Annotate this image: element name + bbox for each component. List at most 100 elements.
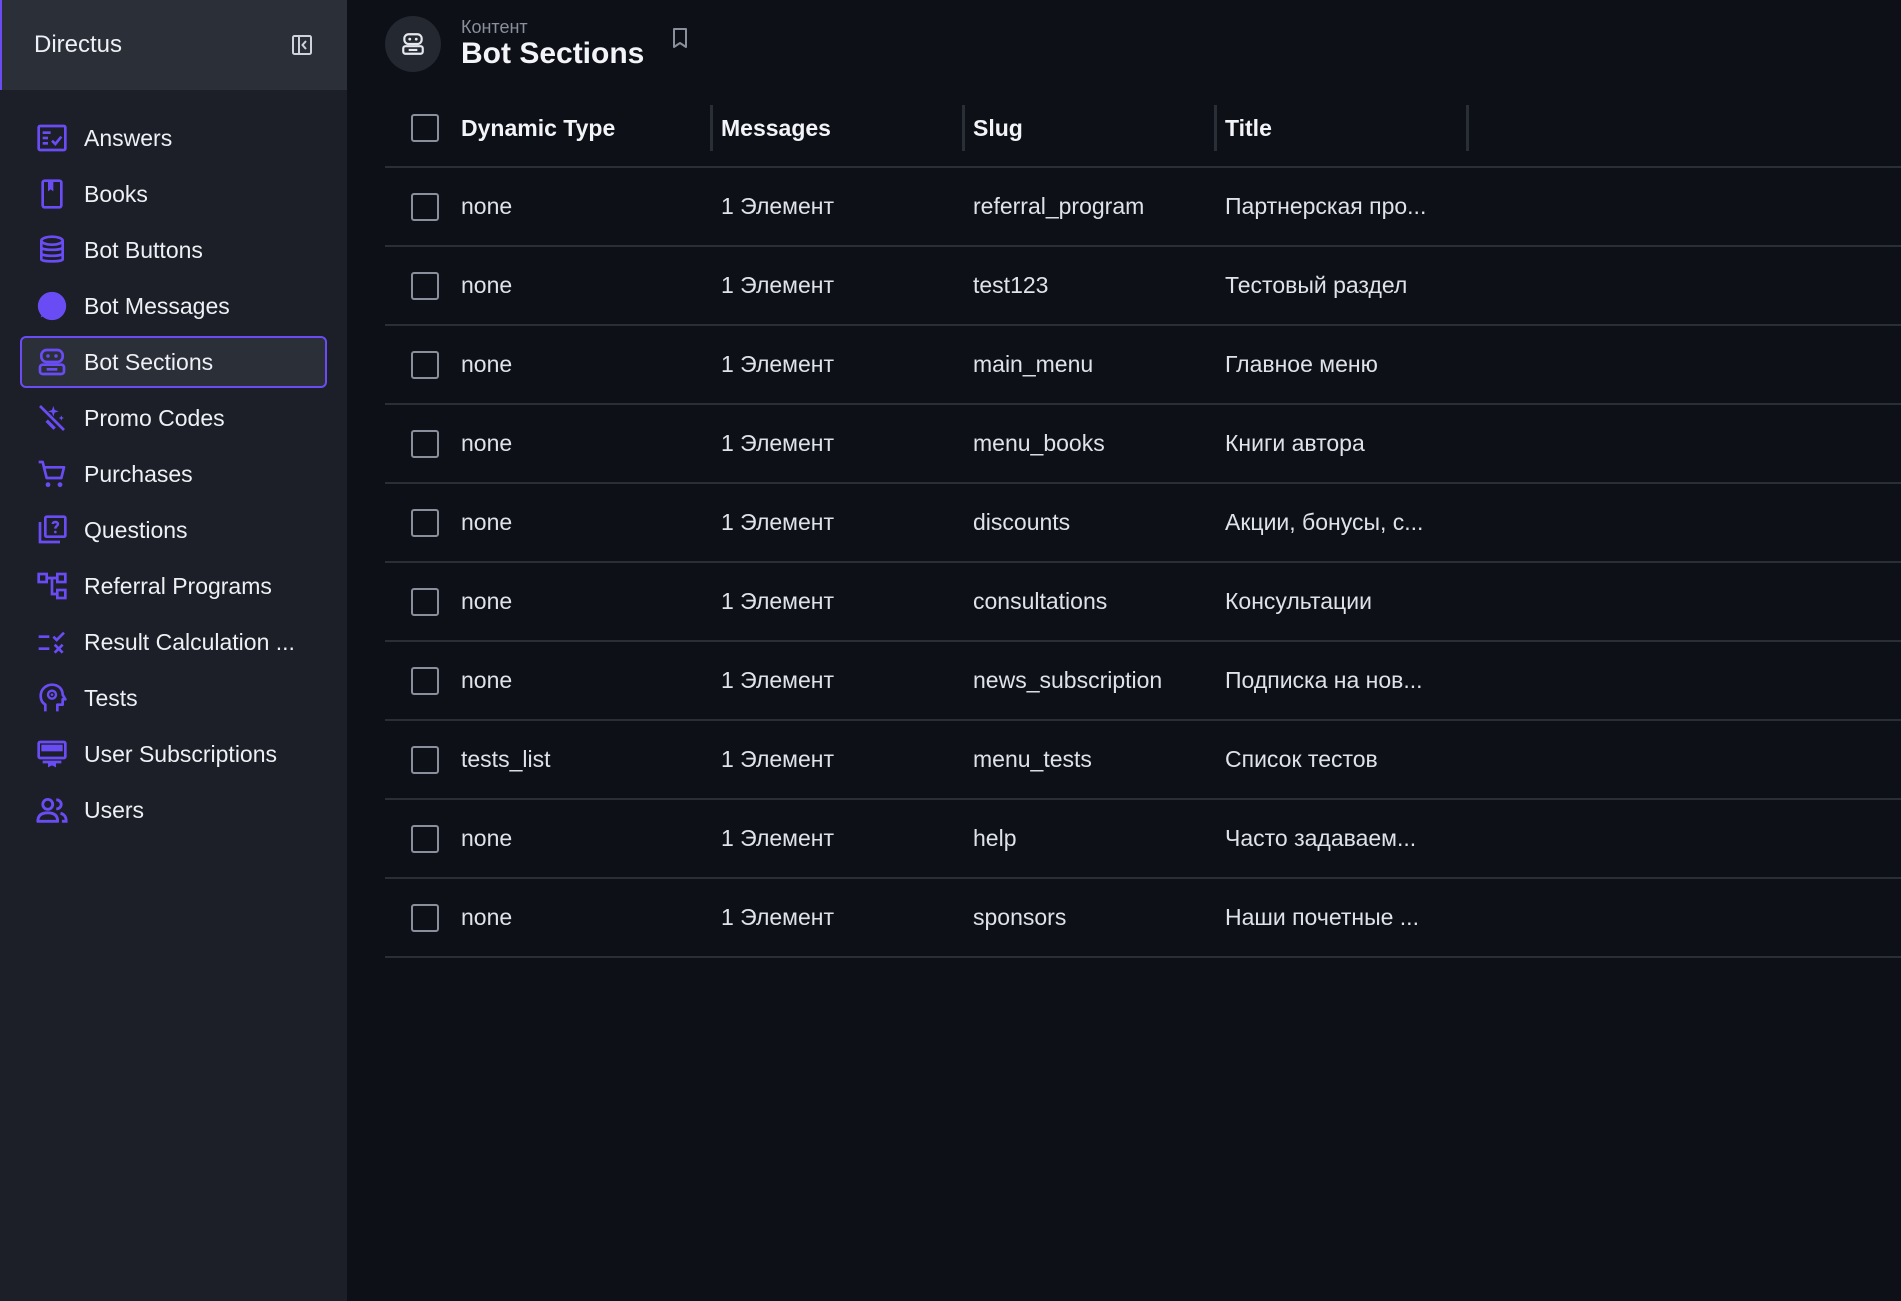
table-row[interactable]: none 1 Элемент main_menu Главное меню	[385, 326, 1901, 405]
cell-dynamic-type: none	[461, 825, 513, 851]
cell-messages: 1 Элемент	[721, 509, 835, 535]
sidebar-item-bot-messages[interactable]: Bot Messages	[20, 280, 327, 332]
breadcrumb[interactable]: Контент	[461, 17, 644, 37]
table-row[interactable]: none 1 Элемент help Часто задаваем...	[385, 800, 1901, 879]
table-row[interactable]: none 1 Элемент menu_books Книги автора	[385, 405, 1901, 484]
cell-messages: 1 Элемент	[721, 272, 835, 298]
cell-messages: 1 Элемент	[721, 430, 835, 456]
cell-dynamic-type: none	[461, 351, 513, 377]
cell-slug: discounts	[973, 509, 1071, 535]
table-row[interactable]: none 1 Элемент news_subscription Подписк…	[385, 642, 1901, 721]
sidebar-item-books[interactable]: Books	[20, 168, 327, 220]
column-resizer[interactable]	[1466, 105, 1469, 151]
cell-title: Тестовый раздел	[1225, 272, 1408, 298]
cart-icon	[34, 456, 70, 492]
sidebar-item-tests[interactable]: Tests	[20, 672, 327, 724]
sidebar-item-result-calculation[interactable]: Result Calculation ...	[20, 616, 327, 668]
database-icon	[34, 232, 70, 268]
cell-slug: main_menu	[973, 351, 1094, 377]
cell-messages: 1 Элемент	[721, 193, 835, 219]
table-header: Dynamic Type Messages Slug Title	[385, 90, 1901, 168]
cell-slug: test123	[973, 272, 1049, 298]
sidebar-item-promo-codes[interactable]: Promo Codes	[20, 392, 327, 444]
sidebar-item-label: Purchases	[84, 460, 193, 487]
cell-slug: sponsors	[973, 904, 1067, 930]
cell-title: Партнерская про...	[1225, 193, 1427, 219]
sidebar-item-bot-buttons[interactable]: Bot Buttons	[20, 224, 327, 276]
table-row[interactable]: none 1 Элемент consultations Консультаци…	[385, 563, 1901, 642]
group-icon	[34, 792, 70, 828]
cell-title: Подписка на нов...	[1225, 667, 1423, 693]
table-row[interactable]: none 1 Элемент sponsors Наши почетные ..…	[385, 879, 1901, 958]
cell-dynamic-type: none	[461, 509, 513, 535]
cell-slug: menu_books	[973, 430, 1105, 456]
row-checkbox[interactable]	[411, 824, 439, 853]
sidebar-item-label: Referral Programs	[84, 572, 272, 599]
sidebar-item-label: Bot Sections	[84, 348, 214, 375]
bookmark-icon[interactable]	[668, 26, 692, 50]
row-checkbox[interactable]	[411, 587, 439, 616]
row-checkbox[interactable]	[411, 192, 439, 221]
row-checkbox[interactable]	[411, 508, 439, 537]
table-row[interactable]: none 1 Элемент referral_program Партнерс…	[385, 168, 1901, 247]
row-checkbox[interactable]	[411, 350, 439, 379]
tree-icon	[34, 568, 70, 604]
row-checkbox[interactable]	[411, 903, 439, 932]
robot-icon	[385, 16, 441, 72]
page-header: Контент Bot Sections	[385, 14, 692, 74]
cell-title: Акции, бонусы, с...	[1225, 509, 1424, 535]
cell-title: Консультации	[1225, 588, 1372, 614]
table-row[interactable]: tests_list 1 Элемент menu_tests Список т…	[385, 721, 1901, 800]
sidebar-item-label: User Subscriptions	[84, 740, 278, 767]
sidebar-item-referral-programs[interactable]: Referral Programs	[20, 560, 327, 612]
sidebar-item-bot-sections[interactable]: Bot Sections	[20, 336, 327, 388]
row-checkbox[interactable]	[411, 271, 439, 300]
cell-title: Часто задаваем...	[1225, 825, 1417, 851]
sidebar-header: Directus	[0, 0, 347, 90]
row-checkbox[interactable]	[411, 666, 439, 695]
row-checkbox[interactable]	[411, 429, 439, 458]
app-title: Directus	[34, 31, 123, 58]
cell-dynamic-type: none	[461, 588, 513, 614]
cell-slug: referral_program	[973, 193, 1145, 219]
book-icon	[34, 176, 70, 212]
cell-slug: news_subscription	[973, 667, 1163, 693]
items-table: Dynamic Type Messages Slug Title none 1 …	[385, 90, 1901, 958]
cell-dynamic-type: none	[461, 904, 513, 930]
table-row[interactable]: none 1 Элемент test123 Тестовый раздел	[385, 247, 1901, 326]
cell-slug: help	[973, 825, 1017, 851]
column-header-slug[interactable]: Slug	[965, 89, 1217, 167]
magic-wand-off-icon	[34, 400, 70, 436]
sidebar-item-purchases[interactable]: Purchases	[20, 448, 327, 500]
cell-title: Главное меню	[1225, 351, 1378, 377]
cell-dynamic-type: none	[461, 667, 513, 693]
sidebar-item-answers[interactable]: Answers	[20, 112, 327, 164]
quiz-icon	[34, 512, 70, 548]
sidebar-item-label: Promo Codes	[84, 404, 225, 431]
column-header-messages[interactable]: Messages	[713, 89, 965, 167]
row-checkbox[interactable]	[411, 745, 439, 774]
cell-title: Книги автора	[1225, 430, 1365, 456]
sidebar-item-label: Books	[84, 180, 148, 207]
column-header-dynamic-type[interactable]: Dynamic Type	[461, 89, 713, 167]
cell-messages: 1 Элемент	[721, 667, 835, 693]
cell-dynamic-type: none	[461, 193, 513, 219]
title-block: Контент Bot Sections	[461, 17, 644, 71]
cell-dynamic-type: none	[461, 272, 513, 298]
cell-messages: 1 Элемент	[721, 351, 835, 377]
table-row[interactable]: none 1 Элемент discounts Акции, бонусы, …	[385, 484, 1901, 563]
collapse-sidebar-icon[interactable]	[289, 32, 315, 58]
sidebar-item-user-subscriptions[interactable]: User Subscriptions	[20, 728, 327, 780]
sidebar-item-users[interactable]: Users	[20, 784, 327, 836]
sidebar-item-questions[interactable]: Questions	[20, 504, 327, 556]
cell-dynamic-type: tests_list	[461, 746, 551, 772]
select-all-checkbox[interactable]	[411, 114, 439, 142]
column-header-title[interactable]: Title	[1217, 89, 1469, 167]
sidebar-nav: Answers Books Bot Buttons Bot Messages B…	[0, 90, 347, 836]
cell-slug: menu_tests	[973, 746, 1092, 772]
page-title: Bot Sections	[461, 37, 645, 70]
cell-messages: 1 Элемент	[721, 588, 835, 614]
chat-bubble-icon	[34, 288, 70, 324]
cell-title: Список тестов	[1225, 746, 1378, 772]
robot-icon	[34, 344, 70, 380]
